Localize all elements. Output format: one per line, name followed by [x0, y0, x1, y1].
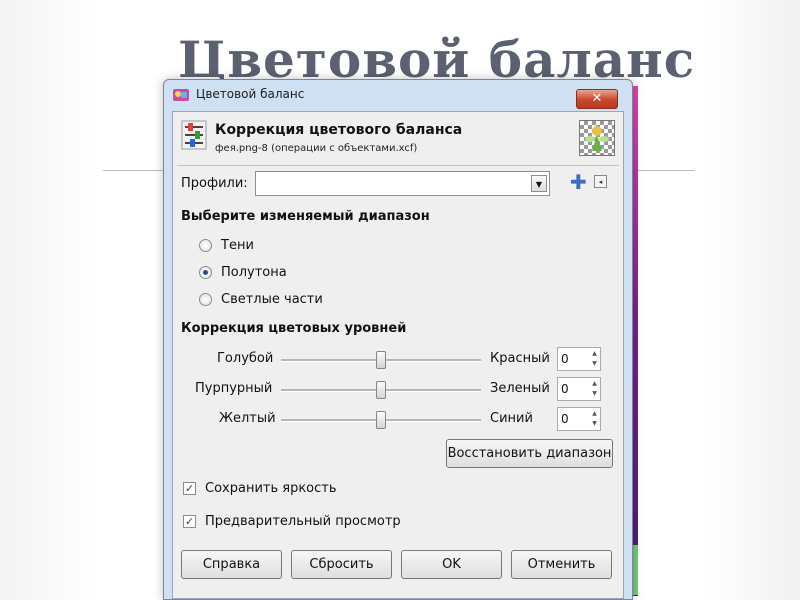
- range-heading: Выберите изменяемый диапазон: [181, 209, 430, 224]
- slider-handle[interactable]: [376, 381, 386, 399]
- spin-down-icon[interactable]: ▼: [590, 419, 599, 429]
- slider-handle[interactable]: [376, 351, 386, 369]
- yellow-blue-spinbox[interactable]: 0 ▲ ▼: [557, 407, 601, 431]
- chevron-down-icon[interactable]: ▼: [531, 175, 547, 192]
- help-button[interactable]: Справка: [181, 550, 282, 579]
- radio-shadows[interactable]: [199, 239, 212, 252]
- dialog-heading: Коррекция цветового баланса: [215, 122, 463, 138]
- blue-label: Синий: [490, 411, 533, 426]
- title-bar[interactable]: Цветовой баланс ✕: [164, 80, 632, 110]
- reset-button[interactable]: Сбросить: [291, 550, 392, 579]
- spin-up-icon[interactable]: ▲: [590, 379, 599, 389]
- spin-down-icon[interactable]: ▼: [590, 359, 599, 369]
- profiles-combobox[interactable]: ▼: [255, 171, 550, 196]
- green-label: Зеленый: [490, 381, 550, 396]
- spin-down-icon[interactable]: ▼: [590, 389, 599, 399]
- reset-range-button[interactable]: Восстановить диапазон: [446, 439, 613, 468]
- radio-highlights-label[interactable]: Светлые части: [221, 292, 323, 307]
- spinbox-value[interactable]: 0: [561, 352, 569, 366]
- image-name: фея.png-8 (операции с объектами.xcf): [215, 143, 418, 154]
- fairy-thumbnail-icon: [585, 126, 609, 151]
- yellow-label: Желтый: [219, 411, 276, 426]
- profiles-label: Профили:: [181, 176, 248, 191]
- color-balance-dialog: Цветовой баланс ✕ Коррекция цветового ба…: [163, 79, 633, 600]
- header-separator: [177, 165, 619, 166]
- magenta-label: Пурпурный: [195, 381, 273, 396]
- profile-menu-icon[interactable]: ◂: [594, 175, 607, 188]
- spinbox-value[interactable]: 0: [561, 382, 569, 396]
- ok-button[interactable]: OK: [401, 550, 502, 579]
- red-label: Красный: [490, 351, 550, 366]
- add-profile-icon[interactable]: ✚: [570, 170, 587, 194]
- levels-heading: Коррекция цветовых уровней: [181, 321, 407, 336]
- close-icon: ✕: [591, 91, 603, 106]
- window-title: Цветовой баланс: [196, 87, 305, 101]
- gimp-app-icon: [173, 89, 189, 101]
- close-button[interactable]: ✕: [576, 89, 618, 109]
- radio-midtones[interactable]: [199, 266, 212, 279]
- preserve-luminosity-label[interactable]: Сохранить яркость: [205, 481, 337, 496]
- dialog-content: Коррекция цветового баланса фея.png-8 (о…: [172, 111, 624, 599]
- cyan-red-slider[interactable]: [281, 351, 481, 369]
- preview-label[interactable]: Предварительный просмотр: [205, 514, 401, 529]
- image-thumbnail: [579, 120, 615, 156]
- spin-up-icon[interactable]: ▲: [590, 409, 599, 419]
- dialog-header: Коррекция цветового баланса фея.png-8 (о…: [173, 112, 623, 160]
- slider-handle[interactable]: [376, 411, 386, 429]
- magenta-green-slider[interactable]: [281, 381, 481, 399]
- color-balance-icon: [181, 120, 207, 150]
- slide-divider-right: [635, 170, 695, 171]
- magenta-green-spinbox[interactable]: 0 ▲ ▼: [557, 377, 601, 401]
- spinbox-value[interactable]: 0: [561, 412, 569, 426]
- cyan-label: Голубой: [217, 351, 274, 366]
- cancel-button[interactable]: Отменить: [511, 550, 612, 579]
- spin-up-icon[interactable]: ▲: [590, 349, 599, 359]
- slide-divider-left: [103, 170, 165, 171]
- preserve-luminosity-checkbox[interactable]: ✓: [183, 482, 196, 495]
- radio-shadows-label[interactable]: Тени: [221, 238, 254, 253]
- yellow-blue-slider[interactable]: [281, 411, 481, 429]
- radio-midtones-label[interactable]: Полутона: [221, 265, 287, 280]
- cyan-red-spinbox[interactable]: 0 ▲ ▼: [557, 347, 601, 371]
- radio-highlights[interactable]: [199, 293, 212, 306]
- preview-checkbox[interactable]: ✓: [183, 515, 196, 528]
